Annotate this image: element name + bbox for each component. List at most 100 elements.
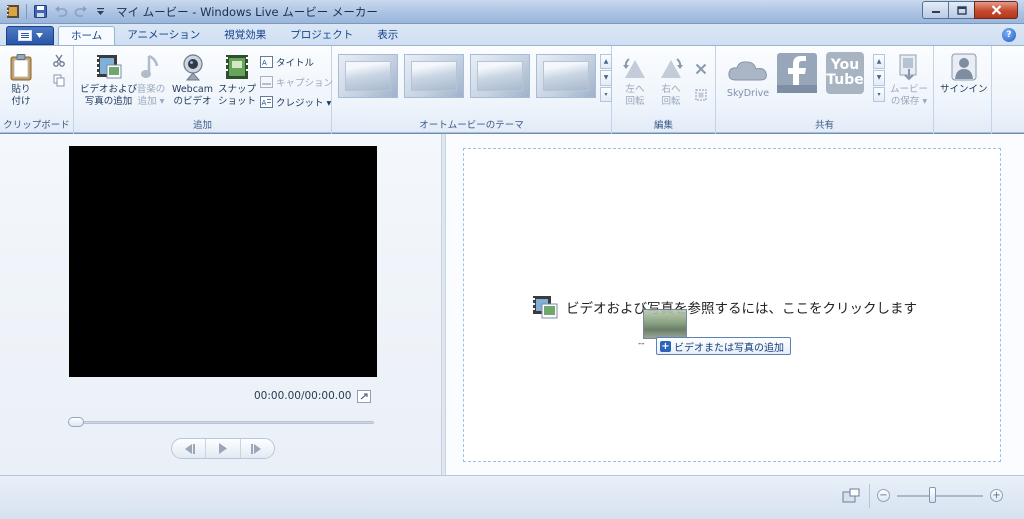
rotate-right-label: 右へ 回転 bbox=[661, 84, 681, 107]
theme-thumbnail[interactable] bbox=[404, 54, 464, 98]
zoom-slider-track[interactable] bbox=[897, 495, 983, 497]
snapshot-button[interactable]: スナップ ショット bbox=[218, 52, 256, 108]
share-gallery-scroll: ▲ ▼ ▾ bbox=[873, 54, 885, 102]
add-videos-photos-button[interactable]: ビデオおよび 写真の追加 bbox=[80, 52, 137, 108]
webcam-icon bbox=[178, 52, 208, 82]
maximize-icon bbox=[956, 5, 967, 15]
paste-label: 貼り 付け bbox=[11, 84, 31, 107]
add-music-button[interactable]: 音楽の 追加 ▾ bbox=[136, 52, 166, 108]
app-film-icon bbox=[4, 3, 21, 20]
signin-label: サインイン bbox=[940, 84, 988, 95]
playback-controls bbox=[171, 438, 275, 459]
add-tooltip-text: ビデオまたは写真の追加 bbox=[674, 342, 784, 354]
seek-thumb[interactable] bbox=[68, 417, 84, 427]
caption-button[interactable]: キャプション bbox=[260, 75, 333, 89]
main-area: 00:00.00/00:00.00 ビデオおよび写真を参照するには、ここをクリッ… bbox=[0, 134, 1024, 475]
pane-splitter[interactable] bbox=[441, 134, 446, 475]
save-icon[interactable] bbox=[32, 3, 49, 20]
gallery-up-icon[interactable]: ▲ bbox=[600, 54, 612, 70]
zoom-out-button[interactable]: − bbox=[877, 489, 890, 502]
ribbon: 貼り 付け クリップボード ビデオおよび 写真の追加 音楽の 追加 ▾ Webc… bbox=[0, 45, 1024, 134]
caption-label: キャプション bbox=[276, 78, 334, 89]
tab-view[interactable]: 表示 bbox=[365, 26, 410, 46]
credits-button[interactable]: A クレジット ▾ bbox=[260, 95, 331, 109]
facebook-icon bbox=[776, 52, 818, 94]
save-movie-icon bbox=[894, 52, 924, 82]
rotate-right-button[interactable]: 右へ 回転 bbox=[656, 52, 686, 108]
storyboard-view-button[interactable] bbox=[842, 488, 860, 504]
rotate-right-icon bbox=[656, 52, 686, 82]
title-button[interactable]: A タイトル bbox=[260, 55, 314, 69]
previous-frame-button[interactable] bbox=[172, 439, 207, 458]
qat-separator bbox=[26, 4, 27, 19]
storyboard-prompt-text: ビデオおよび写真を参照するには、ここをクリックします bbox=[566, 301, 917, 317]
redo-icon[interactable] bbox=[72, 3, 89, 20]
youtube-label: You Tube bbox=[826, 57, 864, 88]
gallery-down-icon[interactable]: ▼ bbox=[600, 70, 612, 86]
automovie-themes-group: ▲ ▼ ▾ オートムービーのテーマ bbox=[332, 46, 612, 134]
share-more-icon[interactable]: ▾ bbox=[873, 86, 885, 102]
clipboard-group-label: クリップボード bbox=[3, 120, 70, 131]
seek-bar[interactable] bbox=[72, 421, 374, 424]
share-up-icon[interactable]: ▲ bbox=[873, 54, 885, 70]
chevron-down-icon bbox=[35, 33, 43, 38]
zoom-in-button[interactable]: + bbox=[990, 489, 1003, 502]
skydrive-label: SkyDrive bbox=[726, 88, 770, 99]
save-movie-button[interactable]: ムービー の保存 ▾ bbox=[890, 52, 928, 108]
user-icon bbox=[949, 52, 979, 82]
add-group-label: 追加 bbox=[192, 120, 212, 131]
minimize-button[interactable] bbox=[922, 1, 949, 19]
theme-thumbnail[interactable] bbox=[470, 54, 530, 98]
facebook-button[interactable] bbox=[776, 52, 818, 94]
video-preview-screen[interactable] bbox=[69, 146, 377, 377]
select-all-button[interactable] bbox=[694, 88, 707, 101]
signin-button[interactable]: サインイン bbox=[940, 52, 988, 96]
zoom-slider-thumb[interactable] bbox=[929, 487, 936, 503]
title-icon: A bbox=[260, 56, 273, 69]
close-icon bbox=[991, 5, 1001, 15]
drag-insertion-marker: -- bbox=[638, 339, 645, 349]
share-group: SkyDrive You Tube ▲ ▼ ▾ ムービー の保存 ▾ 共有 bbox=[716, 46, 934, 134]
application-menu-button[interactable] bbox=[6, 26, 54, 45]
remove-button[interactable] bbox=[694, 62, 707, 75]
dragged-video-thumbnail bbox=[643, 309, 687, 339]
tab-home[interactable]: ホーム bbox=[58, 26, 116, 46]
gallery-more-icon[interactable]: ▾ bbox=[600, 86, 612, 102]
storyboard-drop-area[interactable]: ビデオおよび写真を参照するには、ここをクリックします -- + ビデオまたは写真… bbox=[463, 148, 1001, 462]
close-button[interactable] bbox=[974, 1, 1018, 19]
undo-icon[interactable] bbox=[52, 3, 69, 20]
paste-button[interactable]: 貼り 付け bbox=[6, 52, 36, 108]
qat-customize-icon[interactable] bbox=[92, 3, 109, 20]
credits-label: クレジット ▾ bbox=[276, 98, 332, 109]
svg-text:A: A bbox=[262, 59, 267, 67]
webcam-video-button[interactable]: Webcam のビデオ bbox=[172, 52, 213, 108]
share-down-icon[interactable]: ▼ bbox=[873, 70, 885, 86]
rotate-left-icon bbox=[620, 52, 650, 82]
title-bar: マイ ムービー - Windows Live ムービー メーカー bbox=[0, 0, 1024, 24]
rotate-left-button[interactable]: 左へ 回転 bbox=[620, 52, 650, 108]
skydrive-button[interactable]: SkyDrive bbox=[724, 56, 772, 100]
delete-x-icon bbox=[694, 62, 707, 75]
play-button[interactable] bbox=[206, 439, 241, 458]
tab-project[interactable]: プロジェクト bbox=[278, 26, 365, 46]
copy-button[interactable] bbox=[52, 74, 65, 87]
maximize-button[interactable] bbox=[948, 1, 975, 19]
credits-icon: A bbox=[260, 96, 273, 109]
status-bar: − + bbox=[0, 475, 1024, 519]
automovie-theme-gallery bbox=[338, 54, 596, 102]
youtube-button[interactable]: You Tube bbox=[826, 52, 864, 94]
cut-button[interactable] bbox=[52, 54, 65, 67]
app-menu-icon bbox=[17, 30, 32, 41]
fullscreen-preview-button[interactable] bbox=[357, 390, 371, 403]
storyboard-prompt[interactable]: ビデオおよび写真を参照するには、ここをクリックします bbox=[532, 295, 917, 319]
ribbon-tabs: ホーム アニメーション 視覚効果 プロジェクト 表示 bbox=[58, 26, 410, 46]
theme-thumbnail[interactable] bbox=[338, 54, 398, 98]
theme-thumbnail[interactable] bbox=[536, 54, 596, 98]
help-icon[interactable]: ? bbox=[1002, 28, 1016, 42]
caption-icon bbox=[260, 76, 273, 89]
snapshot-icon bbox=[222, 52, 252, 82]
window-controls bbox=[922, 1, 1018, 19]
next-frame-button[interactable] bbox=[241, 439, 274, 458]
tab-visual-effects[interactable]: 視覚効果 bbox=[212, 26, 278, 46]
tab-animations[interactable]: アニメーション bbox=[115, 26, 212, 46]
